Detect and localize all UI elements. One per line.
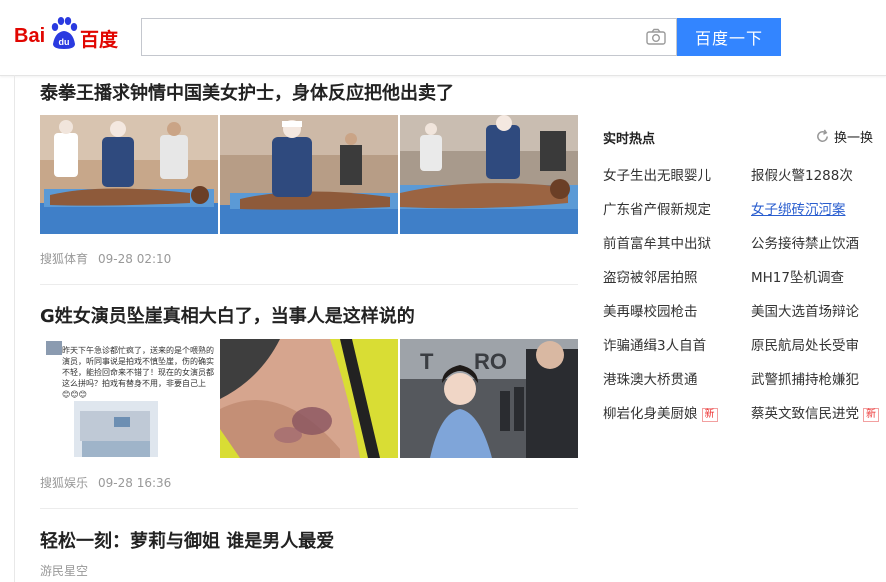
svg-text:RO: RO: [474, 349, 507, 374]
news-title[interactable]: 泰拳王播求钟情中国美女护士，身体反应把他出卖了: [40, 82, 578, 106]
news-item[interactable]: 泰拳王播求钟情中国美女护士，身体反应把他出卖了: [40, 82, 578, 106]
post-text: 昨天下午急诊都忙疯了，送来的是个喂熟的演员，听同事说是拍戏不慎坠崖，伤的确实不轻…: [62, 346, 214, 399]
hot-item[interactable]: 美国大选首场辩论: [751, 300, 859, 320]
hospital-image: [74, 401, 158, 457]
news-image[interactable]: [220, 339, 398, 458]
left-divider: [14, 75, 15, 582]
hot-item[interactable]: 女子绑砖沉河案: [751, 198, 846, 218]
hot-item[interactable]: 盗窃被邻居拍照: [603, 266, 698, 286]
logo-text-bai: Bai: [14, 25, 46, 47]
search-button[interactable]: 百度一下: [677, 18, 781, 56]
avatar: [46, 341, 62, 355]
news-title[interactable]: 轻松一刻：萝莉与御姐 谁是男人最爱: [40, 530, 578, 554]
hot-item[interactable]: 报假火警1288次: [751, 164, 853, 184]
news-item[interactable]: 轻松一刻：萝莉与御姐 谁是男人最爱: [40, 530, 578, 554]
divider: [40, 284, 578, 285]
hot-item[interactable]: 公务接待禁止饮酒: [751, 232, 859, 252]
search-input[interactable]: [141, 18, 677, 56]
news-image[interactable]: [400, 115, 578, 234]
news-image-row[interactable]: 昨天下午急诊都忙疯了，送来的是个喂熟的演员，听同事说是拍戏不慎坠崖，伤的确实不轻…: [40, 339, 578, 458]
news-image[interactable]: 昨天下午急诊都忙疯了，送来的是个喂熟的演员，听同事说是拍戏不慎坠崖，伤的确实不轻…: [40, 339, 218, 458]
hot-item[interactable]: 美再曝校园枪击: [603, 300, 698, 320]
news-image[interactable]: T RO: [400, 339, 578, 458]
hot-item[interactable]: MH17坠机调查: [751, 266, 844, 286]
hot-title: 实时热点: [603, 132, 656, 147]
news-title[interactable]: G姓女演员坠崖真相大白了，当事人是这样说的: [40, 305, 578, 329]
news-meta: 搜狐体育 09-28 02:10: [40, 250, 171, 267]
news-item[interactable]: G姓女演员坠崖真相大白了，当事人是这样说的: [40, 305, 578, 329]
news-source[interactable]: 游民星空: [40, 564, 88, 578]
news-time: 09-28 02:10: [98, 252, 172, 266]
news-source[interactable]: 搜狐体育: [40, 252, 88, 266]
hot-item[interactable]: 武警抓捕持枪嫌犯: [751, 368, 859, 388]
new-badge: 新: [701, 408, 718, 422]
hot-item[interactable]: 前首富牟其中出狱: [603, 232, 711, 252]
hot-item[interactable]: 原民航局处长受审: [751, 334, 859, 354]
camera-icon[interactable]: [646, 28, 666, 46]
hot-item[interactable]: 港珠澳大桥贯通: [603, 368, 698, 388]
divider: [40, 508, 578, 509]
hot-item[interactable]: 蔡英文致信民进党: [751, 406, 859, 422]
svg-text:du: du: [59, 37, 70, 47]
news-image[interactable]: [40, 115, 218, 234]
news-meta: 搜狐娱乐 09-28 16:36: [40, 474, 171, 491]
hot-item[interactable]: 诈骗通缉3人自首: [603, 334, 706, 354]
refresh-label: 换一换: [834, 131, 874, 146]
refresh-icon: [817, 129, 828, 142]
svg-text:T: T: [420, 349, 434, 374]
paw-icon: du: [51, 17, 78, 49]
news-image[interactable]: [220, 115, 398, 234]
logo-text-baidu: 百度: [80, 29, 119, 51]
top-bar: Bai du 百度 百度一下: [0, 0, 886, 76]
hot-item[interactable]: 女子生出无眼婴儿: [603, 164, 711, 184]
news-source[interactable]: 搜狐娱乐: [40, 476, 88, 490]
hot-item-row: 蔡英文致信民进党新: [751, 402, 879, 422]
baidu-logo[interactable]: Bai du 百度: [14, 16, 124, 56]
news-image-row[interactable]: [40, 115, 578, 234]
hot-item[interactable]: 广东省产假新规定: [603, 198, 711, 218]
news-time: 09-28 16:36: [98, 476, 172, 490]
hot-item[interactable]: 柳岩化身美厨娘: [603, 406, 698, 422]
refresh-button[interactable]: 换一换: [815, 127, 873, 146]
new-badge: 新: [863, 408, 879, 422]
news-meta: 游民星空: [40, 562, 88, 579]
hot-item-row: 柳岩化身美厨娘新: [603, 402, 718, 422]
